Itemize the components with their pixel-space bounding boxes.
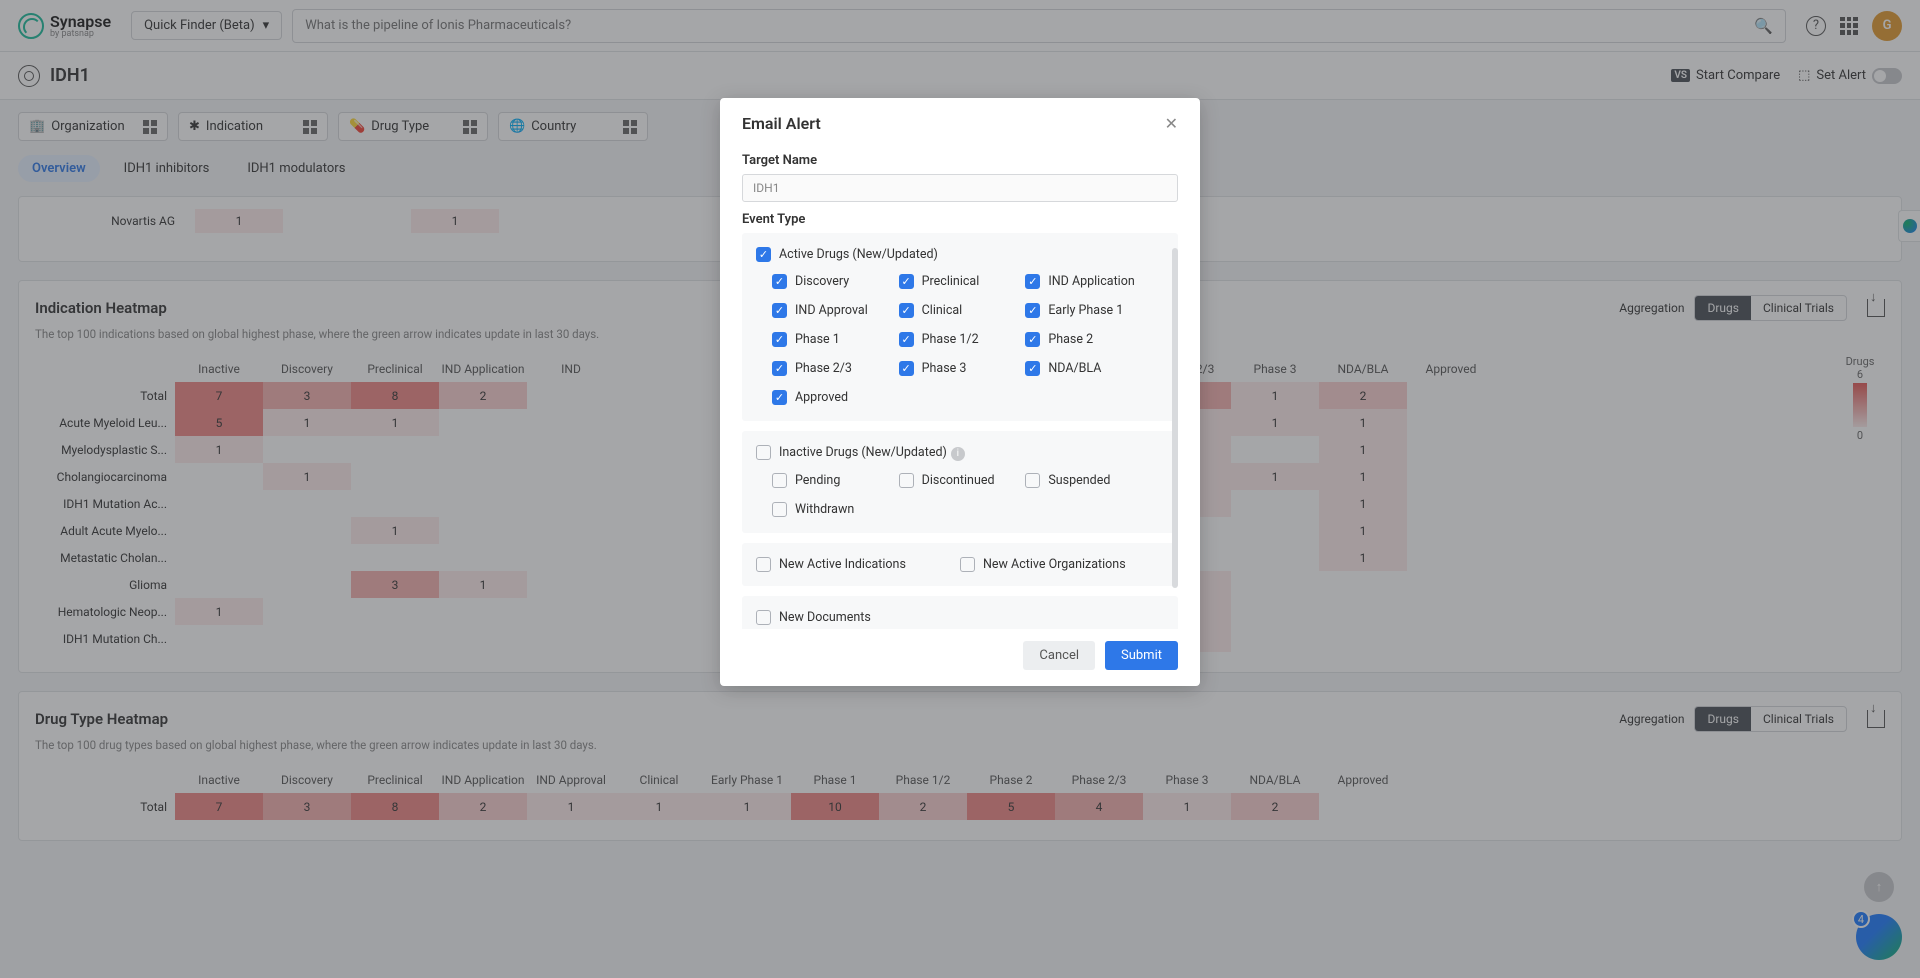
checkbox-option[interactable] [772,502,787,517]
checkbox-option[interactable] [899,361,914,376]
active-drugs-label: Active Drugs (New/Updated) [779,247,938,262]
checkbox-label: Suspended [1048,473,1110,488]
checkbox-label: Early Phase 1 [1048,303,1123,318]
cancel-button[interactable]: Cancel [1023,641,1095,670]
checkbox-option[interactable] [1025,274,1040,289]
checkbox-active-drugs[interactable] [756,247,771,262]
checkbox-option[interactable] [772,332,787,347]
email-alert-modal: Email Alert ✕ Target Name Event Type Act… [720,98,1200,686]
modal-overlay: Email Alert ✕ Target Name Event Type Act… [0,0,1920,978]
checkbox-option[interactable] [1025,303,1040,318]
checkbox-inactive-drugs[interactable] [756,445,771,460]
active-drugs-block: Active Drugs (New/Updated) Discovery Prec… [742,233,1178,421]
target-name-input[interactable] [742,174,1178,202]
submit-button[interactable]: Submit [1105,641,1178,670]
checkbox-label: Pending [795,473,840,488]
checkbox-option[interactable] [899,274,914,289]
checkbox-option[interactable] [772,361,787,376]
close-icon[interactable]: ✕ [1165,114,1178,133]
checkbox-label: Approved [795,390,848,405]
checkbox-label: Phase 3 [922,361,967,376]
new-active-block: New Active Indications New Active Organi… [742,543,1178,586]
info-icon[interactable]: i [951,447,965,461]
checkbox-option[interactable] [899,303,914,318]
checkbox-label: IND Approval [795,303,868,318]
checkbox-label: Phase 2/3 [795,361,852,376]
checkbox-label: NDA/BLA [1048,361,1101,376]
modal-title: Email Alert [742,114,821,133]
checkbox-option[interactable] [772,303,787,318]
checkbox-option[interactable] [772,390,787,405]
checkbox-new-documents[interactable] [756,610,771,625]
checkbox-label: Phase 1/2 [922,332,979,347]
checkbox-new-orgs[interactable] [960,557,975,572]
target-name-label: Target Name [742,153,1178,168]
checkbox-label: Discontinued [922,473,995,488]
checkbox-option[interactable] [1025,361,1040,376]
checkbox-option[interactable] [1025,332,1040,347]
checkbox-option[interactable] [899,332,914,347]
checkbox-new-indications[interactable] [756,557,771,572]
checkbox-option[interactable] [772,473,787,488]
checkbox-label: Preclinical [922,274,980,289]
checkbox-option[interactable] [1025,473,1040,488]
checkbox-label: Phase 2 [1048,332,1093,347]
checkbox-option[interactable] [899,473,914,488]
checkbox-label: IND Application [1048,274,1134,289]
checkbox-option[interactable] [772,274,787,289]
checkbox-label: Clinical [922,303,963,318]
checkbox-label: Withdrawn [795,502,854,517]
checkbox-label: Phase 1 [795,332,840,347]
event-type-label: Event Type [742,212,1178,227]
inactive-drugs-block: Inactive Drugs (New/Updated)i Pending Dis… [742,431,1178,533]
checkbox-label: Discovery [795,274,849,289]
modal-scrollbar[interactable] [1172,248,1178,588]
inactive-drugs-label: Inactive Drugs (New/Updated)i [779,445,965,461]
new-documents-block: New Documents Clinical TrialsPatents [742,596,1178,630]
